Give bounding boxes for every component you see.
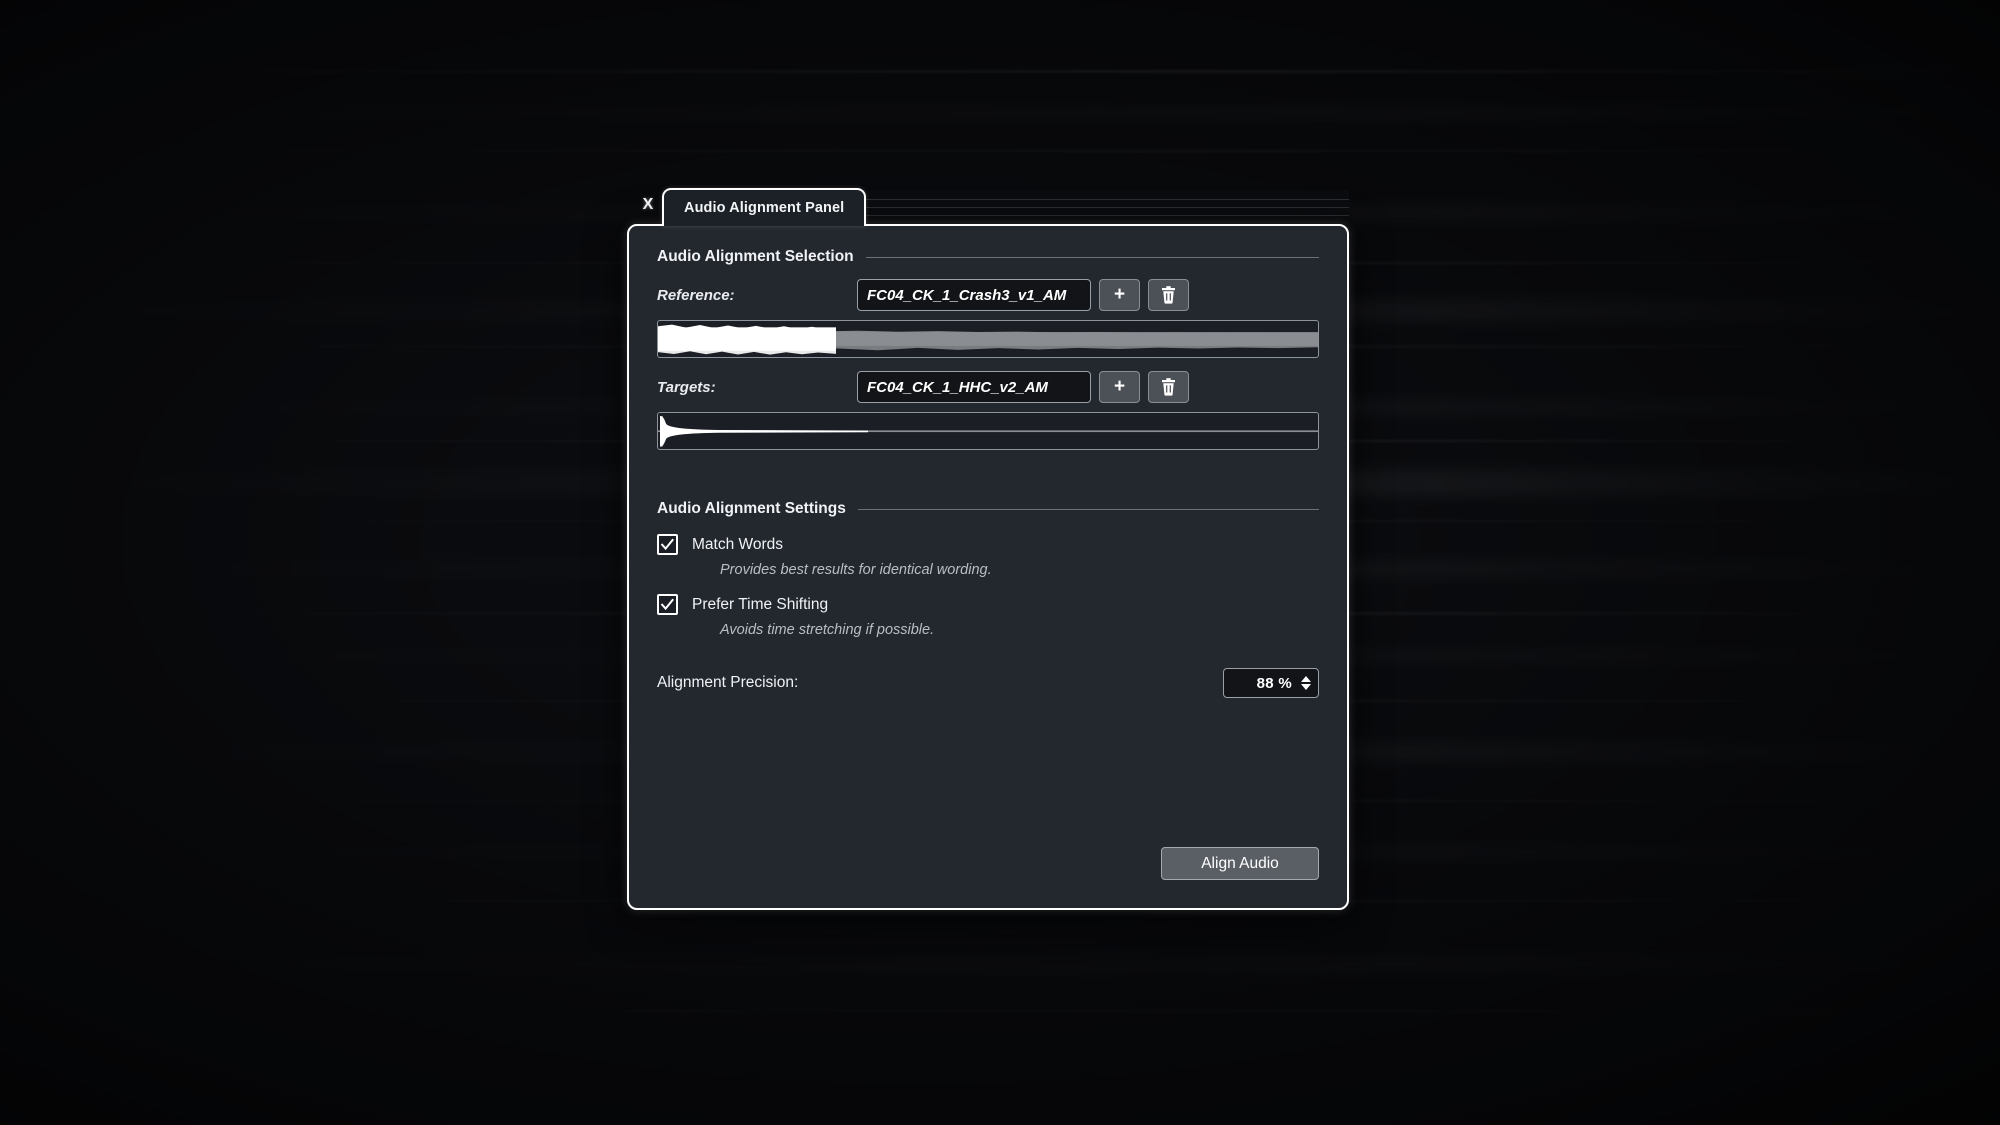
settings-group-title: Audio Alignment Settings — [657, 500, 846, 517]
align-audio-button[interactable]: Align Audio — [1161, 847, 1319, 880]
match-words-checkbox[interactable] — [657, 534, 678, 555]
alignment-precision-row: Alignment Precision: 88 % — [657, 668, 1319, 698]
plus-icon: + — [1113, 375, 1126, 397]
plus-icon: + — [1113, 283, 1126, 305]
tab-audio-alignment-panel[interactable]: Audio Alignment Panel — [662, 188, 867, 226]
panel-actions: Align Audio — [1161, 847, 1319, 880]
selection-group-header: Audio Alignment Selection — [657, 248, 1319, 266]
tab-strip-empty-area — [832, 190, 1349, 224]
trash-icon — [1162, 378, 1175, 396]
targets-waveform[interactable] — [657, 412, 1319, 450]
tab-label: Audio Alignment Panel — [684, 200, 845, 216]
match-words-label: Match Words — [692, 535, 784, 553]
alignment-precision-value: 88 % — [1256, 674, 1292, 692]
reference-label: Reference: — [657, 286, 735, 304]
selection-group-title: Audio Alignment Selection — [657, 248, 854, 265]
reference-delete-button[interactable] — [1148, 279, 1189, 311]
reference-waveform-graphic — [658, 324, 1318, 355]
alignment-precision-stepper[interactable]: 88 % — [1223, 668, 1319, 698]
check-icon — [660, 538, 674, 551]
targets-delete-button[interactable] — [1148, 371, 1189, 403]
targets-row: Targets: FC04_CK_1_HHC_v2_AM + — [657, 371, 1319, 403]
close-icon[interactable]: X — [635, 188, 661, 222]
targets-waveform-graphic — [658, 416, 1318, 447]
prefer-time-shifting-row: Prefer Time Shifting — [657, 594, 1319, 615]
match-words-hint: Provides best results for identical word… — [720, 562, 992, 578]
check-icon — [660, 598, 674, 611]
audio-alignment-window: X Audio Alignment Panel Audio Alignment … — [627, 188, 1349, 910]
stepper-arrows[interactable] — [1301, 676, 1311, 690]
settings-group-rule — [857, 508, 1319, 510]
settings-group-header: Audio Alignment Settings — [657, 500, 1319, 518]
panel-content: Audio Alignment Selection Reference: FC0… — [657, 248, 1319, 698]
prefer-time-shifting-checkbox[interactable] — [657, 594, 678, 615]
reference-row: Reference: FC04_CK_1_Crash3_v1_AM + — [657, 279, 1319, 311]
reference-add-button[interactable]: + — [1099, 279, 1140, 311]
match-words-row: Match Words — [657, 534, 1319, 555]
prefer-time-shifting-label: Prefer Time Shifting — [692, 595, 829, 613]
targets-label: Targets: — [657, 378, 716, 396]
trash-icon — [1162, 286, 1175, 304]
targets-add-button[interactable]: + — [1099, 371, 1140, 403]
chevron-up-icon[interactable] — [1301, 676, 1311, 682]
reference-waveform[interactable] — [657, 320, 1319, 358]
chevron-down-icon[interactable] — [1301, 684, 1311, 690]
prefer-time-shifting-hint: Avoids time stretching if possible. — [720, 622, 935, 638]
tab-strip: X Audio Alignment Panel — [627, 188, 1349, 226]
alignment-precision-label: Alignment Precision: — [657, 674, 799, 691]
panel-body: Audio Alignment Selection Reference: FC0… — [627, 224, 1349, 910]
targets-input[interactable]: FC04_CK_1_HHC_v2_AM — [857, 371, 1091, 403]
reference-input[interactable]: FC04_CK_1_Crash3_v1_AM — [857, 279, 1091, 311]
selection-group-rule — [865, 256, 1319, 258]
